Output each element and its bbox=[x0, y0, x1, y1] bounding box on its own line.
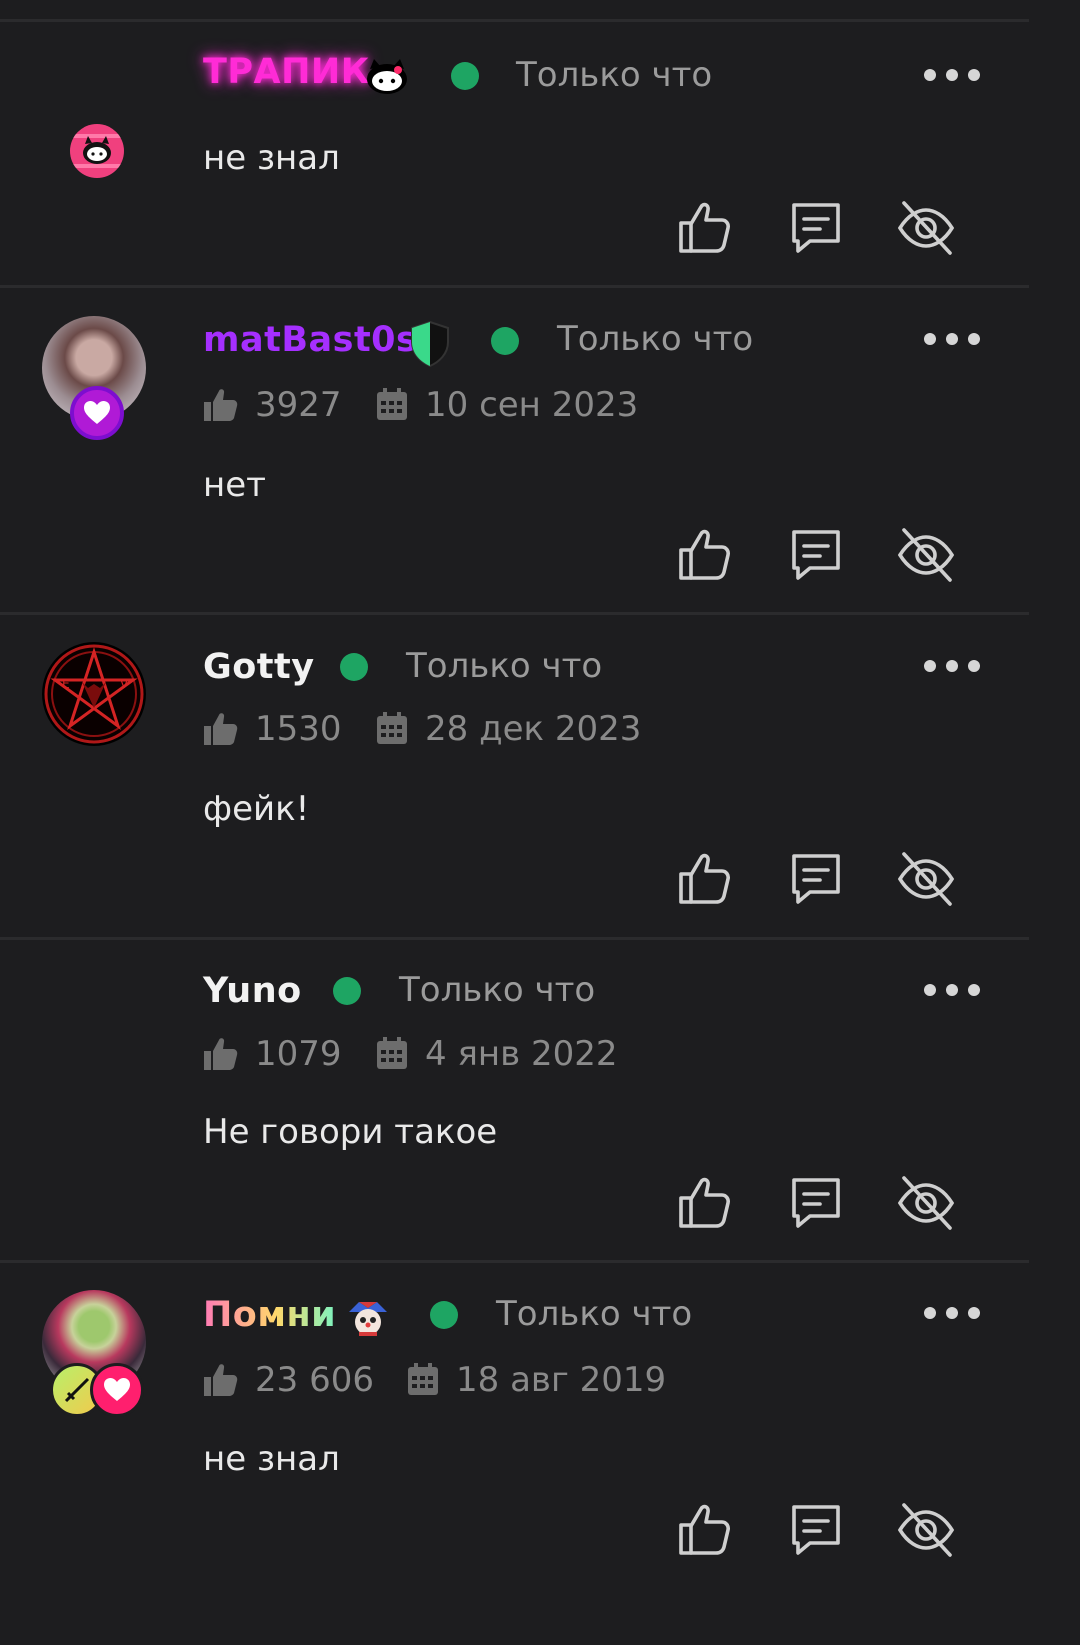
eye-off-icon[interactable] bbox=[896, 197, 956, 257]
likes-count: 3927 bbox=[255, 385, 342, 425]
likes-count: 1079 bbox=[255, 1034, 342, 1074]
thumbs-up-icon[interactable] bbox=[676, 848, 736, 908]
online-indicator bbox=[430, 1301, 458, 1329]
comments-feed: ТРАПИК Только что не знал matBast0s Толь… bbox=[0, 0, 1029, 1568]
likes-count: 23 606 bbox=[255, 1360, 374, 1400]
join-date: 4 янв 2022 bbox=[425, 1034, 618, 1074]
comment-icon[interactable] bbox=[786, 848, 846, 908]
online-indicator bbox=[491, 327, 519, 355]
more-dots-icon[interactable] bbox=[924, 984, 980, 998]
thumbs-up-icon[interactable] bbox=[676, 524, 736, 584]
pentagram-avatar[interactable]: E V bbox=[42, 642, 146, 746]
thumb-stat-icon bbox=[204, 389, 238, 421]
hello-kitty-icon bbox=[367, 59, 407, 94]
thumbs-up-icon[interactable] bbox=[676, 197, 736, 257]
eye-off-icon[interactable] bbox=[896, 1172, 956, 1232]
likes-count: 1530 bbox=[255, 709, 342, 749]
comment-actions bbox=[676, 848, 966, 912]
heart-badge-icon bbox=[90, 1363, 144, 1417]
more-dots-icon[interactable] bbox=[924, 660, 980, 674]
eye-off-icon[interactable] bbox=[896, 524, 956, 584]
online-indicator bbox=[451, 62, 479, 90]
timestamp: Только что bbox=[496, 1294, 693, 1334]
username[interactable]: Помни bbox=[203, 1295, 336, 1335]
shield-icon bbox=[411, 320, 449, 368]
join-date: 10 сен 2023 bbox=[425, 385, 639, 425]
svg-text:V: V bbox=[120, 677, 129, 691]
eye-off-icon[interactable] bbox=[896, 848, 956, 908]
online-indicator bbox=[340, 653, 368, 681]
join-date: 28 дек 2023 bbox=[425, 709, 642, 749]
timestamp: Только что bbox=[406, 646, 603, 686]
thumb-stat-icon bbox=[204, 1038, 238, 1070]
online-indicator bbox=[333, 977, 361, 1005]
comment-text: Не говори такое bbox=[203, 1112, 498, 1152]
comment-text: фейк! bbox=[203, 789, 310, 829]
timestamp: Только что bbox=[399, 970, 596, 1010]
calendar-icon bbox=[377, 1037, 407, 1069]
comment-text: не знал bbox=[203, 1439, 340, 1479]
avatar[interactable] bbox=[70, 124, 124, 178]
comment-5: Помни Только что 23 606 18 авг 2019 не з… bbox=[0, 1263, 1029, 1568]
join-date: 18 авг 2019 bbox=[456, 1360, 667, 1400]
comment-3: E V Gotty Только что 1530 28 дек 2023 фе… bbox=[0, 615, 1029, 937]
svg-text:E: E bbox=[62, 677, 70, 691]
more-dots-icon[interactable] bbox=[924, 333, 980, 347]
eye-off-icon[interactable] bbox=[896, 1499, 956, 1559]
comment-icon[interactable] bbox=[786, 1499, 846, 1559]
hello-kitty-avatar-icon bbox=[70, 134, 124, 168]
thumbs-up-icon[interactable] bbox=[676, 1172, 736, 1232]
calendar-icon bbox=[377, 388, 407, 420]
username[interactable]: matBast0s bbox=[203, 320, 417, 360]
clown-icon bbox=[349, 1302, 387, 1336]
calendar-icon bbox=[377, 712, 407, 744]
comment-1: ТРАПИК Только что не знал bbox=[0, 0, 1029, 285]
more-dots-icon[interactable] bbox=[924, 69, 980, 83]
comment-4: Yuno Только что 1079 4 янв 2022 Не говор… bbox=[0, 940, 1029, 1260]
comment-2: matBast0s Только что 3927 10 сен 2023 не… bbox=[0, 288, 1029, 612]
comment-actions bbox=[676, 524, 966, 588]
heart-badge-icon bbox=[70, 386, 124, 440]
comment-actions bbox=[676, 1499, 966, 1563]
thumb-stat-icon bbox=[204, 713, 238, 745]
comment-icon[interactable] bbox=[786, 1172, 846, 1232]
user-stats: 1079 4 янв 2022 bbox=[203, 1034, 683, 1074]
thumbs-up-icon[interactable] bbox=[676, 1499, 736, 1559]
comment-actions bbox=[676, 1172, 966, 1236]
user-stats: 1530 28 дек 2023 bbox=[203, 709, 683, 749]
comment-text: не знал bbox=[203, 138, 340, 178]
user-stats: 23 606 18 авг 2019 bbox=[203, 1360, 723, 1400]
comment-text: нет bbox=[203, 465, 266, 505]
username[interactable]: Yuno bbox=[203, 971, 302, 1011]
username[interactable]: ТРАПИК bbox=[203, 52, 370, 92]
comment-icon[interactable] bbox=[786, 197, 846, 257]
username[interactable]: Gotty bbox=[203, 647, 315, 687]
more-dots-icon[interactable] bbox=[924, 1307, 980, 1321]
comment-icon[interactable] bbox=[786, 524, 846, 584]
user-stats: 3927 10 сен 2023 bbox=[203, 385, 683, 425]
comment-actions bbox=[676, 197, 966, 261]
calendar-icon bbox=[408, 1363, 438, 1395]
thumb-stat-icon bbox=[204, 1364, 238, 1396]
timestamp: Только что bbox=[557, 319, 754, 359]
timestamp: Только что bbox=[516, 55, 713, 95]
